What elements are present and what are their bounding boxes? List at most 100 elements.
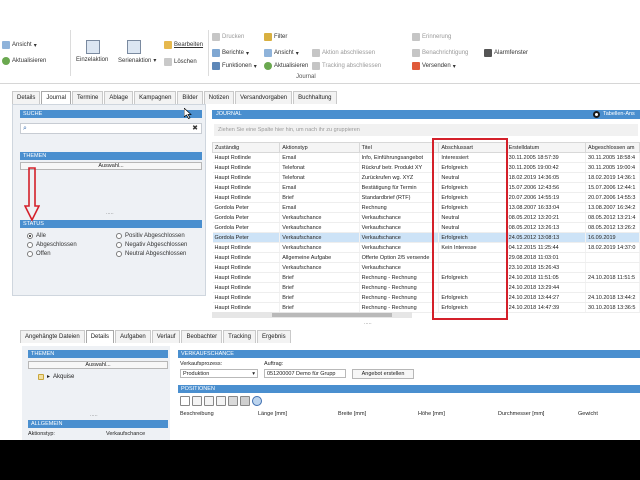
table-row[interactable]: Haupt Rotlinde Brief Rechnung - Rechnung Er… [212,292,640,303]
funktionen-button[interactable]: Funktionen ▾ [212,62,257,70]
berichte-button[interactable]: Berichte ▾ [212,49,249,57]
tab-versandvorgaben[interactable]: Versandvorgaben [235,91,293,104]
versenden-button[interactable]: Versenden ▾ [412,62,456,70]
tab-bottom-details[interactable]: Details [85,330,115,343]
radio-abgeschlossen[interactable]: Abgeschlossen [27,242,77,248]
erinnerung-button[interactable]: Erinnerung [412,33,451,41]
tab-ablage[interactable]: Ablage [104,91,134,104]
paste-doc-icon[interactable] [204,396,214,406]
verkaufsprozess-select[interactable]: Produktion ▾ [180,369,258,378]
clear-icon[interactable]: ✖ [192,124,198,132]
col-aktionstyp[interactable]: Aktionstyp [279,142,360,153]
tracking-abschliessen-button[interactable]: Tracking abschliessen [312,62,381,70]
auftrag-select[interactable]: 051200007 Demo für Grupp [264,369,346,378]
ansicht2-button[interactable]: Ansicht ▾ [264,49,299,57]
tab-ergebnis[interactable]: Ergebnis [256,330,291,343]
splitter-grip-3[interactable]: ..... [90,412,98,418]
table-row[interactable]: Gordola Peter Verkaufschance Verkaufschanc… [212,222,640,233]
serienaktion-button[interactable]: Serienaktion ▾ [118,57,156,65]
themen-item-akquise[interactable]: ▸ Akquise [38,373,74,380]
ribbon-group-journal: Journal [296,74,316,80]
pos-col-gewicht[interactable]: Gewicht [578,411,598,417]
pos-col-beschreibung[interactable]: Beschreibung [180,411,214,417]
table-cell: 15.07.2006 12:44:1 [585,182,640,193]
aktualisieren2-button[interactable]: Aktualisieren [264,62,308,70]
pos-col-laenge[interactable]: Länge [mm] [258,411,287,417]
table-cell: 16.09.2019 [585,232,640,243]
table-row[interactable]: Haupt Rotlinde Telefonat Rückruf betr. Pro… [212,162,640,173]
table-row[interactable]: Haupt Rotlinde Brief Standardbrief (RTF) Er… [212,192,640,203]
table-cell: 24.10.2018 11:51:05 [506,272,587,283]
tab-details[interactable]: Details [12,91,41,104]
table-row[interactable]: Gordola Peter Verkaufschance Verkaufschanc… [212,232,640,243]
functions-icon [212,62,220,70]
pos-col-hoehe[interactable]: Höhe [mm] [418,411,445,417]
alarmfenster-button[interactable]: Alarmfenster [484,49,528,57]
tab-beobachter[interactable]: Beobachter [181,330,223,343]
tab-aufgaben[interactable]: Aufgaben [115,330,151,343]
tab-buchhaltung[interactable]: Buchhaltung [293,91,337,104]
table-row[interactable]: Haupt Rotlinde Verkaufschance Verkaufschan… [212,242,640,253]
table-row[interactable]: Haupt Rotlinde Brief Rechnung - Rechnung Er… [212,302,640,313]
angebot-erstellen-button[interactable]: Angebot erstellen [352,369,414,379]
table-row[interactable]: Haupt Rotlinde Brief Rechnung - Rechnung 24… [212,282,640,293]
table-row[interactable]: Haupt Rotlinde Email Bestätigung für Termi… [212,182,640,193]
pos-col-breite[interactable]: Breite [mm] [338,411,366,417]
delete-doc-icon[interactable] [228,396,238,406]
themen-auswahl-button[interactable]: Auswahl... [20,162,202,170]
tab-tracking[interactable]: Tracking [223,330,256,343]
print-doc-icon[interactable] [240,396,250,406]
radio-neutral[interactable]: Neutral Abgeschlossen [116,251,186,257]
aktion-abschliessen-button[interactable]: Aktion abschliessen [312,49,375,57]
tab-termine[interactable]: Termine [72,91,104,104]
filter-button[interactable]: Filter [264,33,287,41]
pos-col-durchmesser[interactable]: Durchmesser [mm] [498,411,544,417]
col-zustaendig[interactable]: Zuständig [211,142,281,153]
benachrichtigung-button[interactable]: Benachrichtigung [412,49,468,57]
table-cell: 30.11.2005 19:00:4 [585,162,640,173]
einzelaktion-button[interactable]: Einzelaktion [76,57,108,63]
new-doc-icon[interactable] [180,396,190,406]
loeschen-button[interactable]: Löschen [164,58,197,66]
tab-notizen[interactable]: Notizen [203,91,235,104]
tab-kampagnen[interactable]: Kampagnen [134,91,177,104]
horizontal-scrollbar[interactable] [212,312,412,318]
tab-bilder[interactable]: Bilder [177,91,203,104]
doc-icon[interactable] [216,396,226,406]
radio-alle[interactable]: Alle [27,233,46,239]
view-icon [264,49,272,57]
splitter-grip[interactable]: ..... [106,210,114,216]
bearbeiten-button[interactable]: Bearbeiten [164,41,203,49]
tab-verlauf[interactable]: Verlauf [151,330,181,343]
table-header-row: Zuständig Aktionstyp Titel Abschlussart … [211,142,640,153]
aktionstyp-value: Verkaufschance [106,431,146,437]
table-row[interactable]: Haupt Rotlinde Brief Rechnung - Rechnung Er… [212,272,640,283]
tab-angehaengte-dateien[interactable]: Angehängte Dateien [20,330,85,343]
splitter-grip-2[interactable]: ..... [364,320,372,326]
table-row[interactable]: Haupt Rotlinde Allgemeine Aufgabe Offerte … [212,252,640,263]
table-row[interactable]: Gordola Peter Verkaufschance Verkaufschanc… [212,212,640,223]
bottom-auswahl-button[interactable]: Auswahl... [28,361,168,369]
col-erstelldatum[interactable]: Erstelldatum [505,142,587,153]
view-icon[interactable] [252,396,262,406]
tab-journal[interactable]: Journal [41,91,72,104]
col-abgeschlossen-am[interactable]: Abgeschlossen am [585,142,640,153]
aktualisieren-button[interactable]: Aktualisieren [2,57,46,65]
radio-offen[interactable]: Offen [27,251,51,257]
table-row[interactable]: Haupt Rotlinde Email Info, Einführungsange… [212,152,640,163]
app-window: Ansicht ▾ Aktualisieren Einzelaktion Seri… [0,0,640,440]
radio-negativ[interactable]: Negativ Abgeschlossen [116,242,187,248]
table-cell: Standardbrief (RTF) [359,192,440,203]
table-cell: Gordola Peter [212,222,281,233]
col-titel[interactable]: Titel [358,142,440,153]
drucken-button[interactable]: Drucken [212,33,244,41]
copy-doc-icon[interactable] [192,396,202,406]
radio-positiv[interactable]: Positiv Abgeschlossen [116,233,185,239]
tabellen-radio[interactable] [593,111,600,118]
table-row[interactable]: Haupt Rotlinde Telefonat Zurückrufen wg. X… [212,172,640,183]
search-input[interactable]: ⌕ ✖ [20,123,202,134]
table-row[interactable]: Haupt Rotlinde Verkaufschance Verkaufschan… [212,262,640,273]
table-cell: Telefonat [279,162,360,173]
ansicht-button[interactable]: Ansicht ▾ [2,41,37,49]
table-row[interactable]: Gordola Peter Email Rechnung Erfolgreich 13.… [212,202,640,213]
